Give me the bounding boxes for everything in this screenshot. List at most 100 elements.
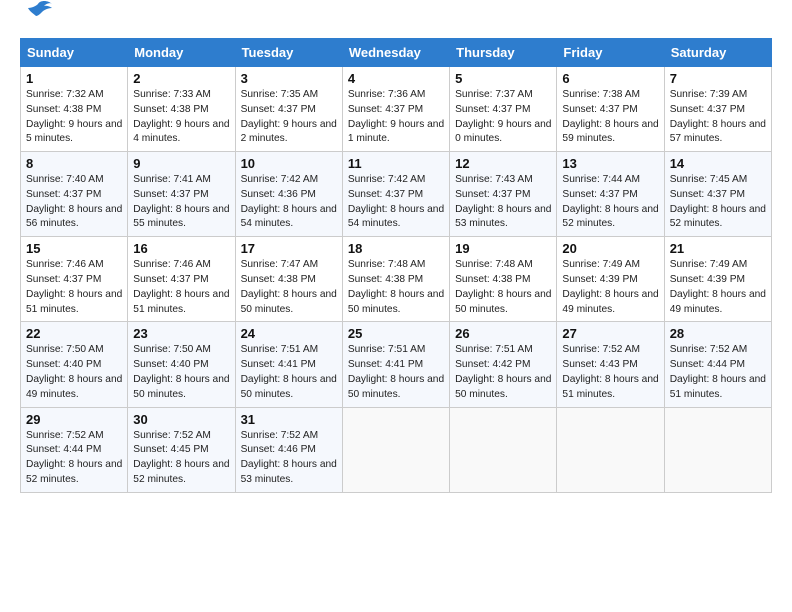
calendar-cell: 5 Sunrise: 7:37 AMSunset: 4:37 PMDaylight… <box>450 67 557 152</box>
day-number: 3 <box>241 71 337 86</box>
calendar-cell: 30 Sunrise: 7:52 AMSunset: 4:45 PMDayligh… <box>128 407 235 492</box>
calendar-cell: 15Sunrise: 7:46 AMSunset: 4:37 PMDayligh… <box>21 237 128 322</box>
day-number: 1 <box>26 71 122 86</box>
day-info: Sunrise: 7:42 AMSunset: 4:37 PMDaylight:… <box>348 173 444 232</box>
day-info: Sunrise: 7:46 AMSunset: 4:37 PMDaylight:… <box>133 258 229 317</box>
day-info: Sunrise: 7:37 AMSunset: 4:37 PMDaylight:… <box>455 88 551 147</box>
calendar-cell: 21Sunrise: 7:49 AMSunset: 4:39 PMDayligh… <box>664 237 771 322</box>
calendar-cell: 29 Sunrise: 7:52 AMSunset: 4:44 PMDayligh… <box>21 407 128 492</box>
day-number: 14 <box>670 156 766 171</box>
calendar-cell <box>450 407 557 492</box>
day-number: 29 <box>26 412 122 427</box>
day-number: 19 <box>455 241 551 256</box>
day-info: Sunrise: 7:52 AMSunset: 4:45 PMDaylight:… <box>133 429 229 488</box>
day-number: 6 <box>562 71 658 86</box>
day-number: 22 <box>26 326 122 341</box>
day-info: Sunrise: 7:45 AMSunset: 4:37 PMDaylight:… <box>670 173 766 232</box>
calendar-cell: 3 Sunrise: 7:35 AMSunset: 4:37 PMDaylight… <box>235 67 342 152</box>
day-info: Sunrise: 7:49 AMSunset: 4:39 PMDaylight:… <box>562 258 658 317</box>
calendar-cell: 2Sunrise: 7:33 AMSunset: 4:38 PMDaylight… <box>128 67 235 152</box>
day-number: 10 <box>241 156 337 171</box>
day-info: Sunrise: 7:41 AMSunset: 4:37 PMDaylight:… <box>133 173 229 232</box>
day-number: 30 <box>133 412 229 427</box>
weekday-header: Wednesday <box>342 39 449 67</box>
day-info: Sunrise: 7:51 AMSunset: 4:42 PMDaylight:… <box>455 343 551 402</box>
calendar-week-row: 1 Sunrise: 7:32 AMSunset: 4:38 PMDaylight… <box>21 67 772 152</box>
calendar-cell: 17 Sunrise: 7:47 AMSunset: 4:38 PMDayligh… <box>235 237 342 322</box>
day-info: Sunrise: 7:42 AMSunset: 4:36 PMDaylight:… <box>241 173 337 232</box>
calendar-cell: 22 Sunrise: 7:50 AMSunset: 4:40 PMDayligh… <box>21 322 128 407</box>
weekday-header: Tuesday <box>235 39 342 67</box>
day-info: Sunrise: 7:51 AMSunset: 4:41 PMDaylight:… <box>348 343 444 402</box>
day-info: Sunrise: 7:48 AMSunset: 4:38 PMDaylight:… <box>348 258 444 317</box>
calendar-week-row: 8Sunrise: 7:40 AMSunset: 4:37 PMDaylight… <box>21 152 772 237</box>
calendar-cell: 7 Sunrise: 7:39 AMSunset: 4:37 PMDaylight… <box>664 67 771 152</box>
day-number: 4 <box>348 71 444 86</box>
day-number: 16 <box>133 241 229 256</box>
day-number: 23 <box>133 326 229 341</box>
calendar-table: SundayMondayTuesdayWednesdayThursdayFrid… <box>20 38 772 493</box>
day-info: Sunrise: 7:35 AMSunset: 4:37 PMDaylight:… <box>241 88 337 147</box>
calendar-cell: 10 Sunrise: 7:42 AMSunset: 4:36 PMDayligh… <box>235 152 342 237</box>
weekday-header: Sunday <box>21 39 128 67</box>
calendar-week-row: 15Sunrise: 7:46 AMSunset: 4:37 PMDayligh… <box>21 237 772 322</box>
day-number: 17 <box>241 241 337 256</box>
day-info: Sunrise: 7:48 AMSunset: 4:38 PMDaylight:… <box>455 258 551 317</box>
day-info: Sunrise: 7:33 AMSunset: 4:38 PMDaylight:… <box>133 88 229 147</box>
calendar-cell: 6 Sunrise: 7:38 AMSunset: 4:37 PMDaylight… <box>557 67 664 152</box>
calendar-cell: 12 Sunrise: 7:43 AMSunset: 4:37 PMDayligh… <box>450 152 557 237</box>
calendar-cell: 8Sunrise: 7:40 AMSunset: 4:37 PMDaylight… <box>21 152 128 237</box>
day-info: Sunrise: 7:52 AMSunset: 4:44 PMDaylight:… <box>26 429 122 488</box>
day-info: Sunrise: 7:36 AMSunset: 4:37 PMDaylight:… <box>348 88 444 147</box>
logo <box>20 20 54 28</box>
header <box>20 20 772 28</box>
day-info: Sunrise: 7:52 AMSunset: 4:46 PMDaylight:… <box>241 429 337 488</box>
calendar-cell: 13Sunrise: 7:44 AMSunset: 4:37 PMDayligh… <box>557 152 664 237</box>
weekday-header: Monday <box>128 39 235 67</box>
day-info: Sunrise: 7:38 AMSunset: 4:37 PMDaylight:… <box>562 88 658 147</box>
calendar-cell: 16 Sunrise: 7:46 AMSunset: 4:37 PMDayligh… <box>128 237 235 322</box>
calendar-cell: 31 Sunrise: 7:52 AMSunset: 4:46 PMDayligh… <box>235 407 342 492</box>
day-info: Sunrise: 7:47 AMSunset: 4:38 PMDaylight:… <box>241 258 337 317</box>
day-number: 9 <box>133 156 229 171</box>
day-number: 25 <box>348 326 444 341</box>
day-number: 5 <box>455 71 551 86</box>
day-number: 7 <box>670 71 766 86</box>
day-number: 27 <box>562 326 658 341</box>
day-info: Sunrise: 7:51 AMSunset: 4:41 PMDaylight:… <box>241 343 337 402</box>
calendar-cell: 1 Sunrise: 7:32 AMSunset: 4:38 PMDaylight… <box>21 67 128 152</box>
day-info: Sunrise: 7:52 AMSunset: 4:44 PMDaylight:… <box>670 343 766 402</box>
day-info: Sunrise: 7:43 AMSunset: 4:37 PMDaylight:… <box>455 173 551 232</box>
calendar-cell <box>342 407 449 492</box>
weekday-header: Saturday <box>664 39 771 67</box>
day-number: 12 <box>455 156 551 171</box>
calendar-cell: 19 Sunrise: 7:48 AMSunset: 4:38 PMDayligh… <box>450 237 557 322</box>
day-info: Sunrise: 7:49 AMSunset: 4:39 PMDaylight:… <box>670 258 766 317</box>
day-info: Sunrise: 7:50 AMSunset: 4:40 PMDaylight:… <box>26 343 122 402</box>
day-number: 24 <box>241 326 337 341</box>
day-info: Sunrise: 7:46 AMSunset: 4:37 PMDaylight:… <box>26 258 122 317</box>
calendar-cell: 9 Sunrise: 7:41 AMSunset: 4:37 PMDaylight… <box>128 152 235 237</box>
day-info: Sunrise: 7:52 AMSunset: 4:43 PMDaylight:… <box>562 343 658 402</box>
calendar-cell: 25 Sunrise: 7:51 AMSunset: 4:41 PMDayligh… <box>342 322 449 407</box>
calendar-cell: 24 Sunrise: 7:51 AMSunset: 4:41 PMDayligh… <box>235 322 342 407</box>
day-info: Sunrise: 7:44 AMSunset: 4:37 PMDaylight:… <box>562 173 658 232</box>
day-info: Sunrise: 7:32 AMSunset: 4:38 PMDaylight:… <box>26 88 122 147</box>
calendar-cell: 11 Sunrise: 7:42 AMSunset: 4:37 PMDayligh… <box>342 152 449 237</box>
calendar-cell: 18 Sunrise: 7:48 AMSunset: 4:38 PMDayligh… <box>342 237 449 322</box>
calendar-cell: 26 Sunrise: 7:51 AMSunset: 4:42 PMDayligh… <box>450 322 557 407</box>
weekday-header: Thursday <box>450 39 557 67</box>
calendar-cell: 28Sunrise: 7:52 AMSunset: 4:44 PMDayligh… <box>664 322 771 407</box>
calendar-cell: 20Sunrise: 7:49 AMSunset: 4:39 PMDayligh… <box>557 237 664 322</box>
calendar-cell: 23 Sunrise: 7:50 AMSunset: 4:40 PMDayligh… <box>128 322 235 407</box>
calendar-cell <box>664 407 771 492</box>
day-number: 18 <box>348 241 444 256</box>
day-info: Sunrise: 7:39 AMSunset: 4:37 PMDaylight:… <box>670 88 766 147</box>
day-info: Sunrise: 7:40 AMSunset: 4:37 PMDaylight:… <box>26 173 122 232</box>
day-number: 31 <box>241 412 337 427</box>
day-number: 26 <box>455 326 551 341</box>
day-info: Sunrise: 7:50 AMSunset: 4:40 PMDaylight:… <box>133 343 229 402</box>
calendar-cell: 14 Sunrise: 7:45 AMSunset: 4:37 PMDayligh… <box>664 152 771 237</box>
day-number: 11 <box>348 156 444 171</box>
calendar-week-row: 22 Sunrise: 7:50 AMSunset: 4:40 PMDayligh… <box>21 322 772 407</box>
